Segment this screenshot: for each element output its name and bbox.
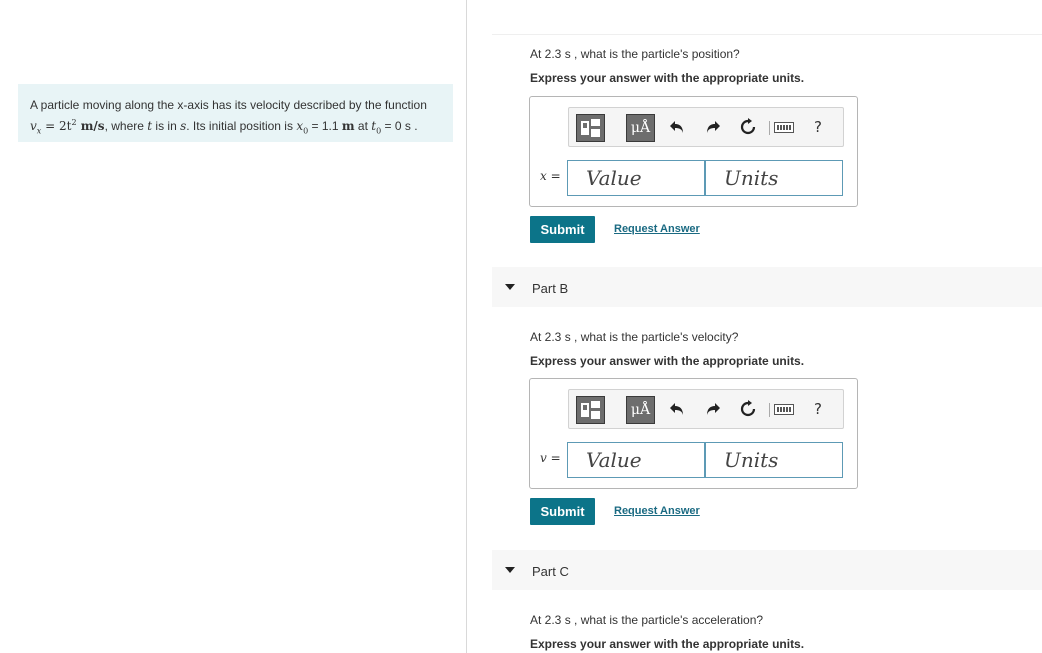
templates-icon[interactable]: [576, 396, 605, 424]
toolbar-separator: [769, 121, 770, 135]
part-b-request-answer-link[interactable]: Request Answer: [614, 505, 700, 517]
position-symbol: x0: [296, 119, 309, 136]
part-a-toolbar: μÅ ?: [568, 107, 844, 147]
initial-time-symbol: t0: [371, 119, 382, 136]
panel-divider: [466, 0, 467, 653]
part-b-header[interactable]: Part B: [492, 267, 1042, 307]
chevron-down-icon: [505, 567, 515, 573]
part-a-question: At 2.3 s , what is the particle's positi…: [530, 47, 740, 61]
undo-icon[interactable]: [666, 116, 688, 138]
chevron-down-icon: [505, 284, 515, 290]
part-c-header[interactable]: Part C: [492, 550, 1042, 590]
toolbar-separator: [769, 403, 770, 417]
undo-icon[interactable]: [666, 398, 688, 420]
redo-icon[interactable]: [702, 116, 724, 138]
part-b-toolbar: μÅ ?: [568, 389, 844, 429]
units-icon[interactable]: μÅ: [626, 396, 655, 424]
units-icon[interactable]: μÅ: [626, 114, 655, 142]
help-icon[interactable]: ?: [807, 398, 829, 420]
top-divider: [492, 34, 1042, 35]
part-a-submit-button[interactable]: Submit: [530, 216, 595, 243]
equation-rhs: = 2t2: [45, 118, 77, 133]
problem-text-6: at: [354, 119, 372, 133]
redo-icon[interactable]: [702, 398, 724, 420]
problem-text-3: is in: [152, 119, 181, 133]
part-a-variable-label: x =: [540, 169, 561, 183]
part-a-request-answer-link[interactable]: Request Answer: [614, 223, 700, 235]
help-icon[interactable]: ?: [807, 116, 829, 138]
part-c-instruction: Express your answer with the appropriate…: [530, 637, 805, 651]
part-b-value-input[interactable]: Value: [567, 442, 705, 478]
part-a-value-input[interactable]: Value: [567, 160, 705, 196]
part-b-instruction: Express your answer with the appropriate…: [530, 354, 805, 368]
part-a-answer-box: μÅ ? x = Value Units: [529, 96, 858, 207]
problem-text-5: = 1.1: [308, 119, 342, 133]
part-b-submit-button[interactable]: Submit: [530, 498, 595, 525]
part-b-variable-label: v =: [540, 451, 561, 465]
part-b-answer-box: μÅ ? v = Value Units: [529, 378, 858, 489]
part-a-units-input[interactable]: Units: [705, 160, 843, 196]
problem-text-2: , where: [104, 119, 148, 133]
keyboard-icon[interactable]: [774, 122, 794, 133]
part-b-question: At 2.3 s , what is the particle's veloci…: [530, 330, 739, 344]
part-c-title: Part C: [532, 564, 569, 579]
velocity-units: m/s: [76, 119, 105, 133]
problem-text-7: = 0 s .: [381, 119, 418, 133]
part-b-title: Part B: [532, 281, 569, 296]
templates-icon[interactable]: [576, 114, 605, 142]
part-b-units-input[interactable]: Units: [705, 442, 843, 478]
part-c-question: At 2.3 s , what is the particle's accele…: [530, 613, 764, 627]
problem-text-4: . Its initial position is: [186, 119, 297, 133]
keyboard-icon[interactable]: [774, 404, 794, 415]
reset-icon[interactable]: [737, 116, 759, 138]
problem-statement: A particle moving along the x-axis has i…: [18, 84, 453, 142]
part-a-instruction: Express your answer with the appropriate…: [530, 71, 805, 85]
velocity-symbol: vx: [30, 119, 42, 136]
reset-icon[interactable]: [737, 398, 759, 420]
meter-unit: m: [341, 119, 355, 133]
problem-text-1: A particle moving along the x-axis has i…: [30, 98, 427, 112]
